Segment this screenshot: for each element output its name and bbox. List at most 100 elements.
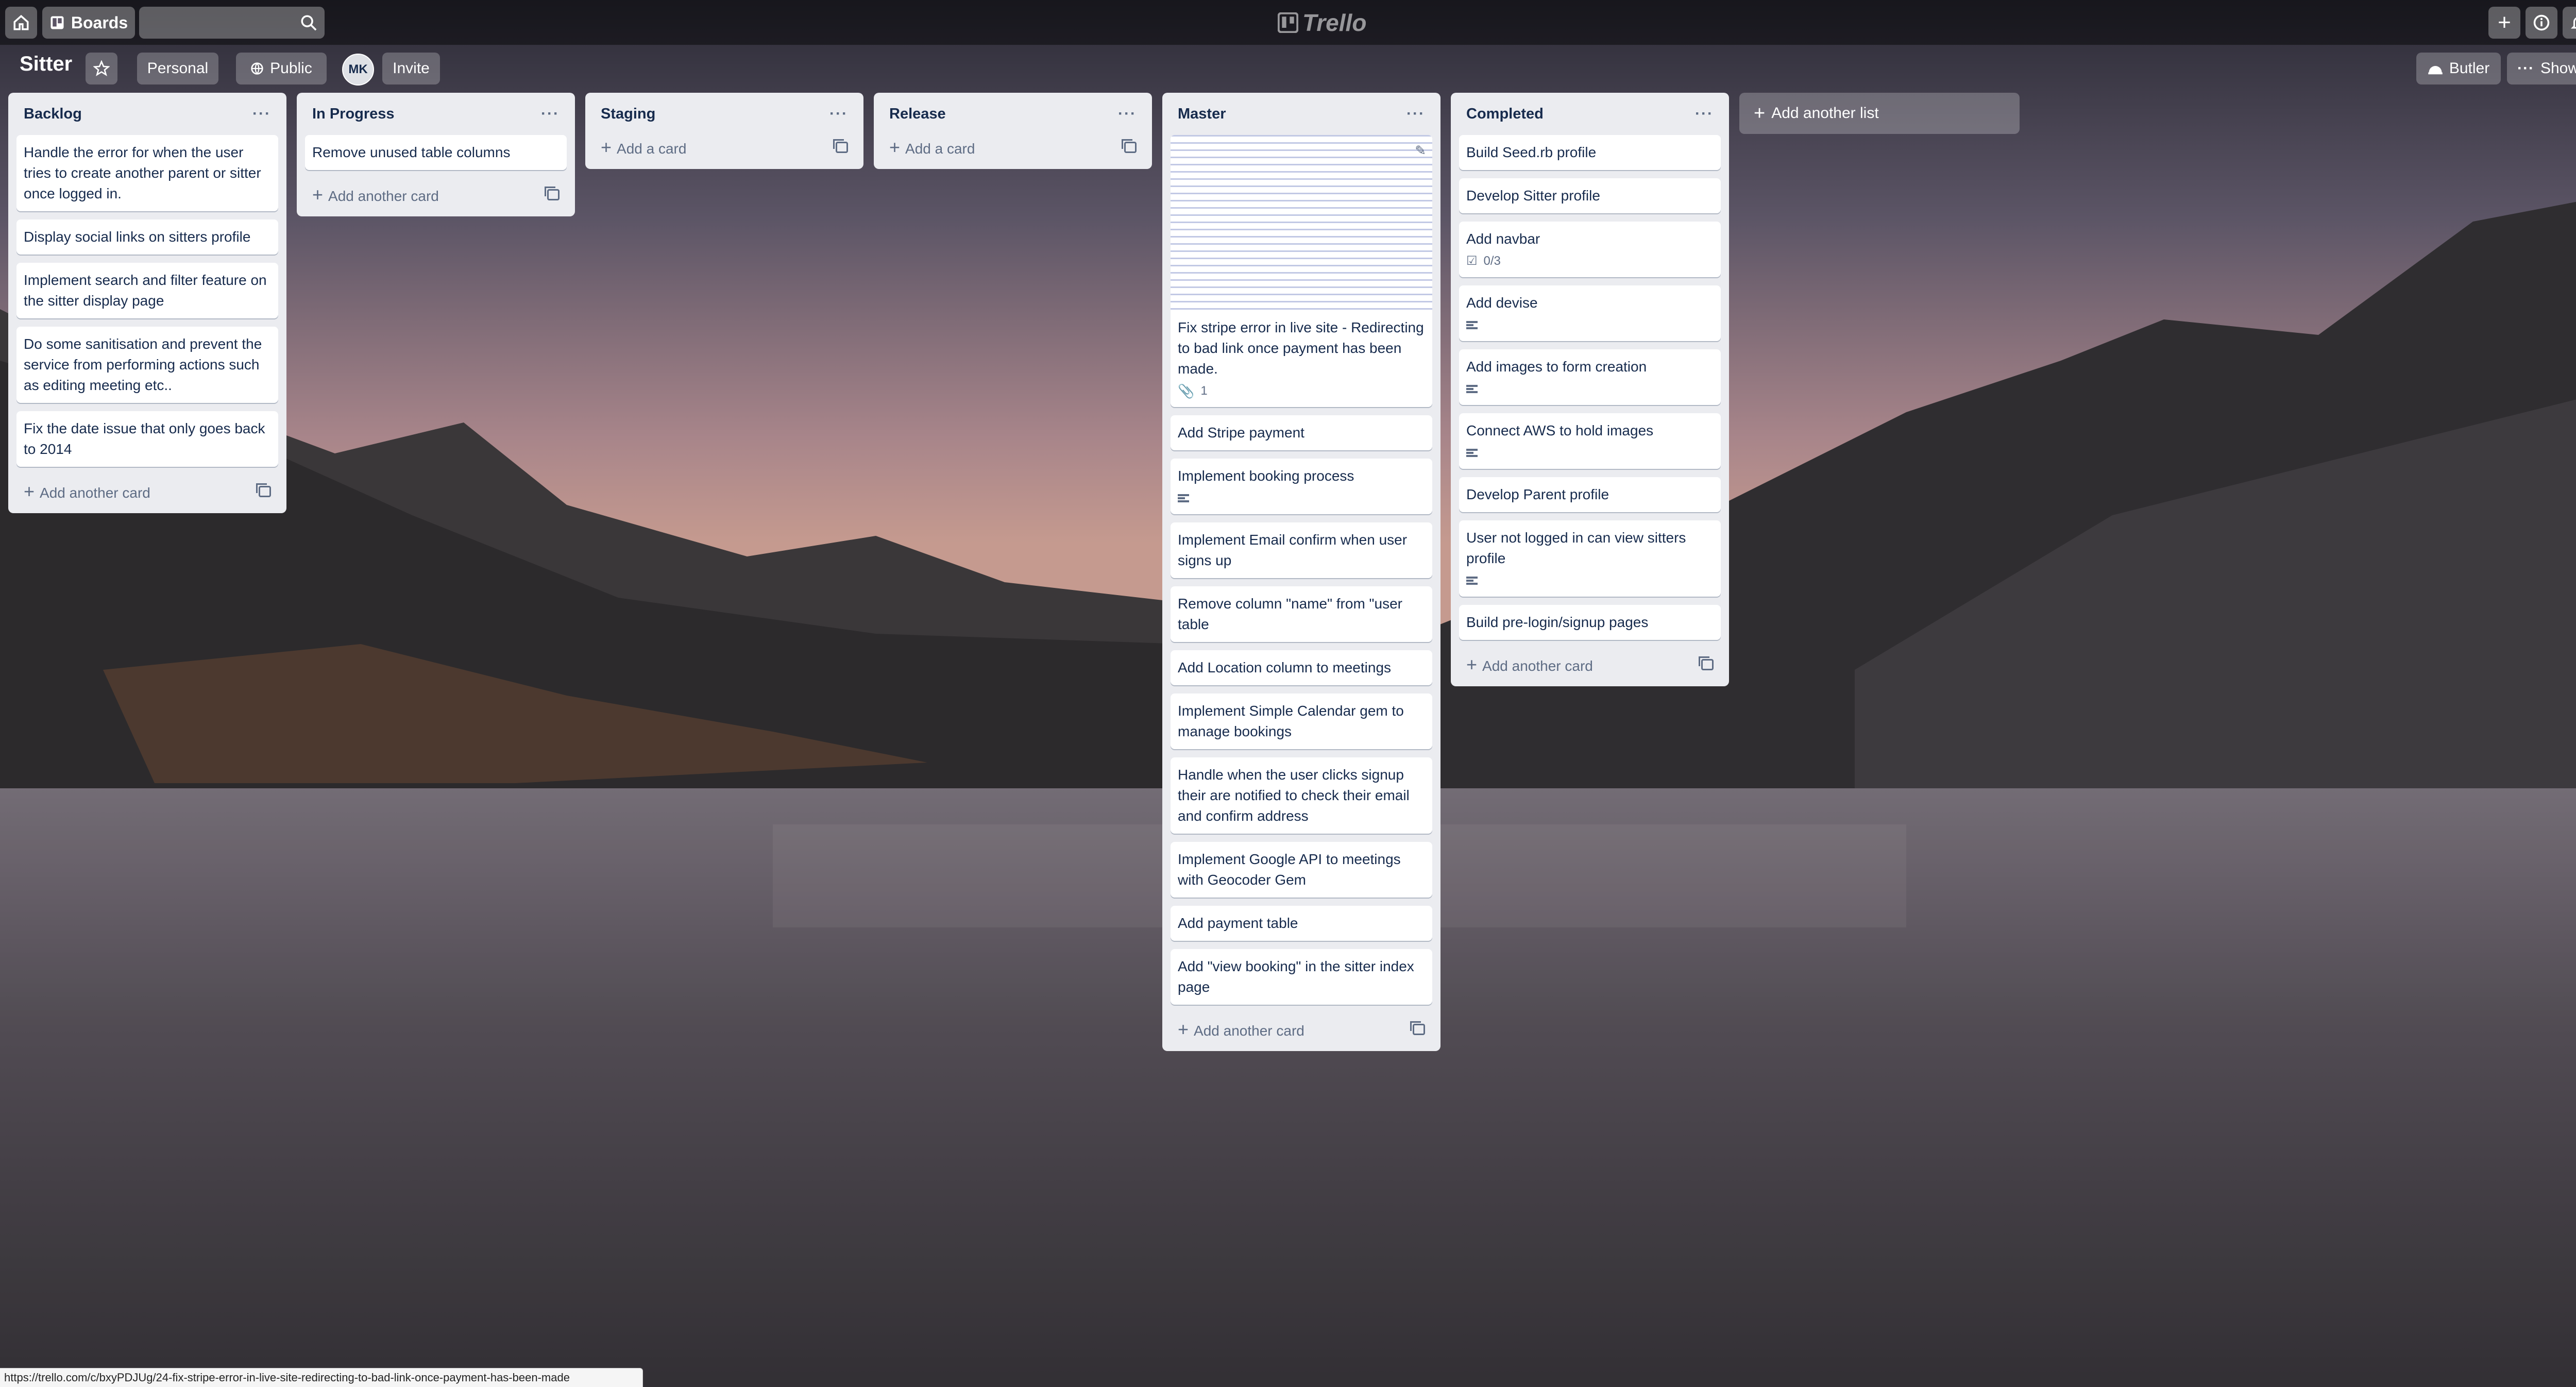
description-icon bbox=[1178, 494, 1189, 502]
card[interactable]: Add navbar ☑ 0/3 bbox=[1459, 222, 1721, 277]
information-button[interactable] bbox=[2526, 7, 2557, 39]
card-template-icon[interactable] bbox=[256, 483, 271, 497]
card[interactable]: Display social links on sitters profile bbox=[16, 219, 278, 255]
card[interactable]: Implement Simple Calendar gem to manage … bbox=[1171, 693, 1432, 749]
list-header[interactable]: Completed ··· bbox=[1459, 93, 1721, 135]
card[interactable]: Add Location column to meetings bbox=[1171, 650, 1432, 685]
edit-pencil-icon[interactable]: ✎ bbox=[1415, 140, 1426, 161]
star-board-button[interactable] bbox=[86, 53, 117, 84]
card-title: Remove unused table columns bbox=[312, 144, 511, 160]
card[interactable]: Remove unused table columns bbox=[305, 135, 567, 170]
card[interactable]: Add images to form creation bbox=[1459, 349, 1721, 405]
card[interactable]: Remove column "name" from "user table bbox=[1171, 586, 1432, 642]
list-title[interactable]: Staging bbox=[601, 106, 655, 123]
list-menu-icon[interactable]: ··· bbox=[541, 105, 560, 123]
card-title: Do some sanitisation and prevent the ser… bbox=[24, 336, 262, 393]
description-icon bbox=[1466, 449, 1478, 457]
list-title[interactable]: Backlog bbox=[24, 106, 82, 123]
list-title[interactable]: In Progress bbox=[312, 106, 395, 123]
card[interactable]: Connect AWS to hold images bbox=[1459, 413, 1721, 469]
list-title[interactable]: Release bbox=[889, 106, 946, 123]
card[interactable]: Do some sanitisation and prevent the ser… bbox=[16, 327, 278, 403]
card[interactable]: Implement Email confirm when user signs … bbox=[1171, 522, 1432, 578]
list-menu-icon[interactable]: ··· bbox=[829, 105, 848, 123]
card-template-icon[interactable] bbox=[1410, 1021, 1425, 1035]
card[interactable]: Handle the error for when the user tries… bbox=[16, 135, 278, 211]
add-list-button[interactable]: + Add another list bbox=[1739, 93, 2020, 134]
search-input[interactable] bbox=[139, 7, 325, 39]
add-card-button[interactable]: + Add a card bbox=[882, 131, 1144, 164]
card-title: Develop Parent profile bbox=[1466, 486, 1609, 502]
create-button[interactable]: + bbox=[2488, 7, 2520, 39]
card-title: Develop Sitter profile bbox=[1466, 188, 1600, 204]
card[interactable]: Develop Sitter profile bbox=[1459, 178, 1721, 213]
list-menu-icon[interactable]: ··· bbox=[252, 105, 271, 123]
card-template-icon[interactable] bbox=[545, 187, 560, 200]
team-visibility-button[interactable]: Personal bbox=[137, 53, 218, 84]
card-title: Build pre-login/signup pages bbox=[1466, 614, 1649, 630]
butler-button[interactable]: Butler bbox=[2416, 53, 2501, 84]
public-label: Public bbox=[270, 60, 312, 77]
description-icon bbox=[1466, 321, 1478, 329]
card-title: Implement search and filter feature on t… bbox=[24, 272, 267, 309]
list-release: Release ··· + Add a card bbox=[874, 93, 1152, 169]
list-menu-icon[interactable]: ··· bbox=[1118, 105, 1137, 123]
add-card-button[interactable]: + Add a card bbox=[594, 131, 855, 164]
board-title[interactable]: Sitter bbox=[20, 53, 72, 76]
home-button[interactable] bbox=[5, 7, 37, 39]
card-cover-image: ✎ bbox=[1171, 135, 1432, 310]
card[interactable]: Build Seed.rb profile bbox=[1459, 135, 1721, 170]
description-icon bbox=[1466, 577, 1478, 585]
add-card-button[interactable]: + Add another card bbox=[305, 178, 567, 211]
trello-logo[interactable]: Trello bbox=[1278, 6, 1366, 39]
card-title: Display social links on sitters profile bbox=[24, 229, 251, 245]
list-title[interactable]: Completed bbox=[1466, 106, 1544, 123]
card[interactable]: Implement Google API to meetings with Ge… bbox=[1171, 842, 1432, 898]
card[interactable]: Fix the date issue that only goes back t… bbox=[16, 411, 278, 467]
card[interactable]: Add devise bbox=[1459, 285, 1721, 341]
card-template-icon[interactable] bbox=[1122, 139, 1137, 153]
privacy-button[interactable]: Public bbox=[236, 53, 327, 84]
card[interactable]: Develop Parent profile bbox=[1459, 477, 1721, 512]
list-menu-icon[interactable]: ··· bbox=[1406, 105, 1425, 123]
list-completed: Completed ··· Build Seed.rb profile Deve… bbox=[1451, 93, 1729, 686]
card-title: Implement Email confirm when user signs … bbox=[1178, 532, 1408, 568]
add-card-label: Add another card bbox=[328, 188, 439, 204]
add-card-label: Add a card bbox=[617, 141, 687, 157]
card[interactable]: Implement booking process bbox=[1171, 459, 1432, 514]
show-menu-button[interactable]: ··· Show Menu bbox=[2507, 53, 2576, 84]
invite-button[interactable]: Invite bbox=[382, 53, 440, 84]
card-badges bbox=[1466, 316, 1714, 334]
card-title: Fix stripe error in live site - Redirect… bbox=[1178, 319, 1424, 377]
card-title: Add Location column to meetings bbox=[1178, 659, 1392, 675]
star-icon bbox=[93, 60, 110, 76]
list-title[interactable]: Master bbox=[1178, 106, 1226, 123]
card[interactable]: Build pre-login/signup pages bbox=[1459, 605, 1721, 640]
add-card-button[interactable]: + Add another card bbox=[16, 475, 278, 508]
member-avatar[interactable]: MK bbox=[342, 54, 374, 86]
card-badges bbox=[1466, 444, 1714, 462]
plus-icon: + bbox=[889, 137, 901, 158]
add-card-button[interactable]: + Add another card bbox=[1171, 1013, 1432, 1046]
add-list-label: Add another list bbox=[1771, 105, 1879, 122]
add-card-button[interactable]: + Add another card bbox=[1459, 648, 1721, 681]
card[interactable]: Add Stripe payment bbox=[1171, 415, 1432, 450]
list-menu-icon[interactable]: ··· bbox=[1695, 105, 1714, 123]
list-header[interactable]: Staging ··· bbox=[594, 93, 855, 135]
card[interactable]: Handle when the user clicks signup their… bbox=[1171, 757, 1432, 834]
card[interactable]: Add "view booking" in the sitter index p… bbox=[1171, 949, 1432, 1005]
trello-logo-icon bbox=[1278, 12, 1298, 33]
list-header[interactable]: Master ··· bbox=[1171, 93, 1432, 135]
list-header[interactable]: Release ··· bbox=[882, 93, 1144, 135]
card[interactable]: ✎ Fix stripe error in live site - Redire… bbox=[1171, 135, 1432, 407]
boards-button[interactable]: Boards bbox=[42, 7, 135, 39]
card-template-icon[interactable] bbox=[833, 139, 848, 153]
card[interactable]: Add payment table bbox=[1171, 906, 1432, 941]
home-icon bbox=[13, 14, 29, 30]
card[interactable]: User not logged in can view sitters prof… bbox=[1459, 520, 1721, 597]
card-template-icon[interactable] bbox=[1699, 656, 1714, 670]
list-header[interactable]: In Progress ··· bbox=[305, 93, 567, 135]
card[interactable]: Implement search and filter feature on t… bbox=[16, 263, 278, 318]
list-header[interactable]: Backlog ··· bbox=[16, 93, 278, 135]
notifications-button[interactable] bbox=[2563, 7, 2576, 39]
